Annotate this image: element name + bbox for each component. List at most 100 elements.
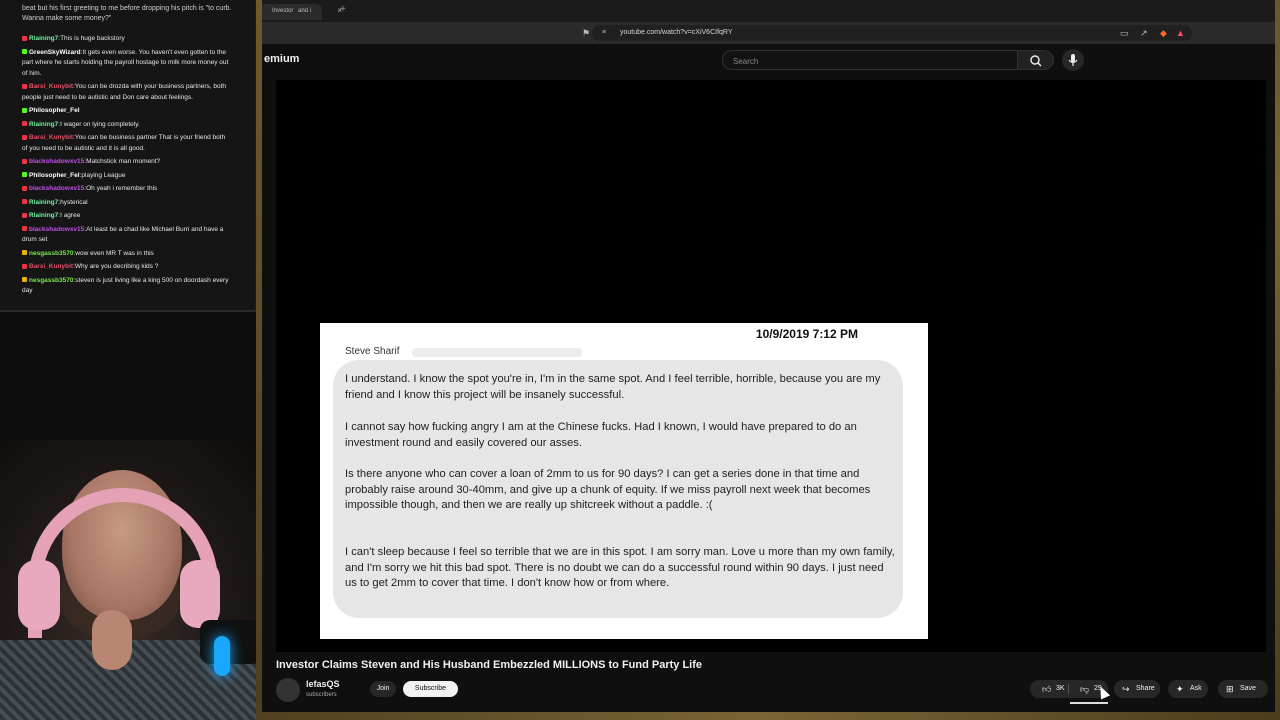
- tab-bar: Investor and i × +: [262, 0, 1275, 22]
- subscribe-button[interactable]: Subscribe: [403, 681, 458, 697]
- save-button[interactable]: ⊞ Save: [1218, 680, 1268, 698]
- youtube-header: ≡ emium: [262, 44, 1275, 78]
- chat-message: Philosopher_Fel:playing League: [22, 171, 230, 182]
- share-label: Share: [1136, 685, 1155, 692]
- subscriber-count: subscribers: [306, 692, 337, 698]
- message-paragraph: I cannot say how fucking angry I am at t…: [345, 421, 857, 449]
- rewards-icon[interactable]: ▲: [1176, 25, 1185, 41]
- chat-badge-icon: [22, 250, 27, 256]
- chat-text: Matchstick man moment?: [86, 158, 161, 165]
- chat-username[interactable]: Rlaining7: [29, 121, 58, 128]
- join-button[interactable]: Join: [370, 681, 396, 697]
- chat-badge-icon: [22, 263, 27, 269]
- search-icon: [1030, 55, 1042, 67]
- chat-badge-icon: [22, 35, 27, 41]
- message-paragraph: I understand. I know the spot you're in,…: [345, 373, 881, 401]
- voice-search-button[interactable]: [1062, 49, 1084, 71]
- chat-message: GreenSkyWizard:It gets even worse. You h…: [22, 48, 230, 80]
- address-bar[interactable]: ≡ youtube.com/watch?v=cXiV6CIfqRY: [592, 25, 1192, 41]
- chat-panel: beat but his first greeting to me before…: [0, 0, 256, 312]
- chat-badge-icon: [22, 121, 27, 127]
- like-separator: [1068, 684, 1069, 694]
- chat-badge-icon: [22, 185, 27, 191]
- chat-message: Barsi_Kunybit:Why are you decribing kids…: [22, 262, 230, 273]
- chat-username[interactable]: Rlaining7: [29, 35, 58, 42]
- chat-username[interactable]: Philosopher_Fel: [29, 172, 80, 179]
- chat-message: blackshadowxv15:Matchstick man moment?: [22, 157, 230, 168]
- save-label: Save: [1240, 685, 1256, 692]
- browser-window: Investor and i × + ‹ › ↻ ⚑ ≡ youtube.com…: [262, 0, 1275, 712]
- chat-message: blackshadowxv15:At least be a chad like …: [22, 225, 230, 246]
- video-screenshot-document: 10/9/2019 7:12 PM Steve Sharif I underst…: [320, 323, 928, 639]
- search-button[interactable]: [1018, 50, 1054, 70]
- chat-username[interactable]: blackshadowxv15: [29, 158, 84, 165]
- cast-icon[interactable]: ▭: [1120, 25, 1129, 41]
- youtube-premium-logo[interactable]: emium: [264, 53, 299, 65]
- webcam-feed: [0, 440, 262, 720]
- channel-name[interactable]: lefasQS: [306, 679, 340, 689]
- chat-username[interactable]: Rlaining7: [29, 199, 58, 206]
- chat-overflow-message: beat but his first greeting to me before…: [22, 5, 232, 22]
- chat-username[interactable]: nesgassb3570: [29, 250, 73, 257]
- chat-badge-icon: [22, 172, 27, 178]
- chat-message: Rlaining7:I wager on lying completely.: [22, 120, 230, 131]
- message-paragraph: Is there anyone who can cover a loan of …: [345, 468, 871, 512]
- chat-username[interactable]: Barsi_Kunybit: [29, 263, 73, 270]
- chat-badge-icon: [22, 158, 27, 164]
- chat-text: Oh yeah i remember this: [86, 185, 158, 192]
- chat-message: Rlaining7:hysterical: [22, 198, 230, 209]
- chat-text: This is huge backstory: [60, 35, 125, 42]
- chat-badge-icon: [22, 83, 27, 89]
- site-info-icon[interactable]: ≡: [602, 25, 606, 41]
- chat-username[interactable]: Rlaining7: [29, 212, 58, 219]
- brave-shield-icon[interactable]: ◆: [1160, 25, 1167, 41]
- chat-badge-icon: [22, 49, 27, 55]
- thumbs-up-icon: 👍︎: [1042, 684, 1052, 694]
- share-icon: ↪: [1122, 684, 1130, 694]
- stream-layout: beat but his first greeting to me before…: [0, 0, 1280, 720]
- channel-avatar[interactable]: [276, 678, 300, 702]
- browser-toolbar: ‹ › ↻ ⚑ ≡ youtube.com/watch?v=cXiV6CIfqR…: [262, 22, 1275, 44]
- chat-username[interactable]: nesgassb3570: [29, 277, 73, 284]
- thumbs-down-icon: 👎︎: [1080, 684, 1090, 694]
- video-player[interactable]: 10/9/2019 7:12 PM Steve Sharif I underst…: [276, 80, 1266, 652]
- microphone: [200, 620, 262, 664]
- chat-text: hysterical: [60, 198, 88, 206]
- tab-second[interactable]: and i ×: [288, 4, 348, 20]
- chat-username[interactable]: Philosopher_Fel: [29, 107, 80, 114]
- chat-badge-icon: [22, 107, 27, 113]
- tab-title: and i: [298, 8, 312, 14]
- chat-message: nesgassb3570:wow even MR T was in this: [22, 249, 230, 260]
- chat-message-list: Rlaining7:This is huge backstory GreenSky…: [22, 34, 230, 300]
- video-title[interactable]: Investor Claims Steven and His Husband E…: [276, 659, 702, 671]
- bookmark-icon[interactable]: ⚑: [582, 25, 590, 41]
- ask-button[interactable]: ✦ Ask: [1168, 680, 1208, 698]
- headset-cup-right: [180, 560, 220, 628]
- chat-message: Philosopher_Fel: [22, 106, 230, 117]
- like-count: 3K: [1056, 685, 1065, 692]
- like-button[interactable]: 👍︎ 3K: [1034, 680, 1068, 698]
- search-input[interactable]: [723, 52, 1017, 71]
- chat-message: Rlaining7:I agree: [22, 211, 230, 222]
- chat-username[interactable]: Barsi_Kunybit: [29, 134, 73, 141]
- search-box[interactable]: [722, 50, 1018, 71]
- chat-message: nesgassb3570:steven is just living like …: [22, 276, 230, 297]
- message-sender: Steve Sharif: [345, 346, 400, 357]
- new-tab-icon[interactable]: +: [340, 4, 346, 15]
- chat-username[interactable]: Barsi_Kunybit: [29, 83, 73, 90]
- message-date: 10/9/2019 7:12 PM: [755, 327, 858, 341]
- mic-light: [214, 636, 230, 676]
- bookmark-add-icon: ⊞: [1226, 684, 1234, 694]
- chat-message: Rlaining7:This is huge backstory: [22, 34, 230, 45]
- chat-username[interactable]: GreenSkyWizard: [29, 49, 81, 56]
- chat-text: Why are you decribing kids ?: [74, 263, 159, 270]
- share-page-icon[interactable]: ↗: [1140, 25, 1148, 41]
- chat-divider: [0, 310, 255, 312]
- share-button[interactable]: ↪ Share: [1114, 680, 1160, 698]
- chat-message: Barsi_Kunybit:You can be drozda with you…: [22, 82, 230, 103]
- chat-username[interactable]: blackshadowxv15: [29, 226, 84, 233]
- sparkle-icon: ✦: [1176, 684, 1184, 694]
- chat-username[interactable]: blackshadowxv15: [29, 185, 84, 192]
- url-text: youtube.com/watch?v=cXiV6CIfqRY: [620, 29, 733, 36]
- webcam-hand: [92, 610, 132, 670]
